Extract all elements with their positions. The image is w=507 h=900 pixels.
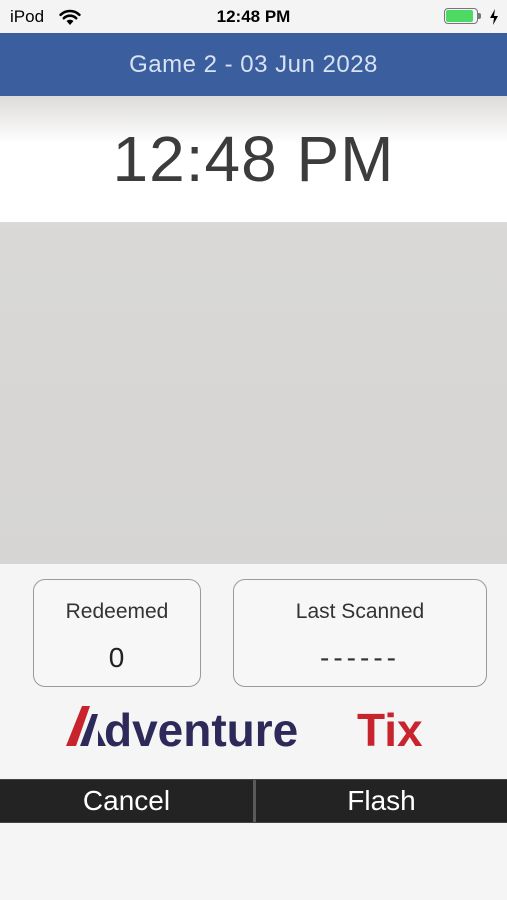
game-header: Game 2 - 03 Jun 2028 [0, 33, 507, 96]
charging-bolt-icon [490, 9, 498, 25]
bottom-toolbar: Cancel Flash [0, 779, 507, 823]
game-title: Game 2 - 03 Jun 2028 [129, 51, 378, 78]
current-time: 12:48 PM [112, 123, 395, 195]
status-bar: iPod 12:48 PM [0, 0, 507, 33]
last-scanned-value: ------ [320, 642, 400, 673]
battery-icon [444, 8, 482, 26]
last-scanned-label: Last Scanned [295, 600, 425, 623]
adventuretix-logo: dventure Tix [66, 704, 423, 756]
status-time: 12:48 PM [216, 7, 291, 26]
svg-text:Tix: Tix [357, 704, 423, 756]
last-scanned-card: Last Scanned ------ [233, 579, 487, 687]
redeemed-label: Redeemed [65, 600, 169, 623]
flash-button[interactable]: Flash [256, 780, 507, 822]
cancel-button[interactable]: Cancel [0, 780, 253, 822]
redeemed-count: 0 [108, 642, 126, 673]
svg-text:dventure: dventure [104, 704, 298, 756]
clock-band: 12:48 PM [0, 96, 507, 222]
redeemed-card: Redeemed 0 [33, 579, 201, 687]
